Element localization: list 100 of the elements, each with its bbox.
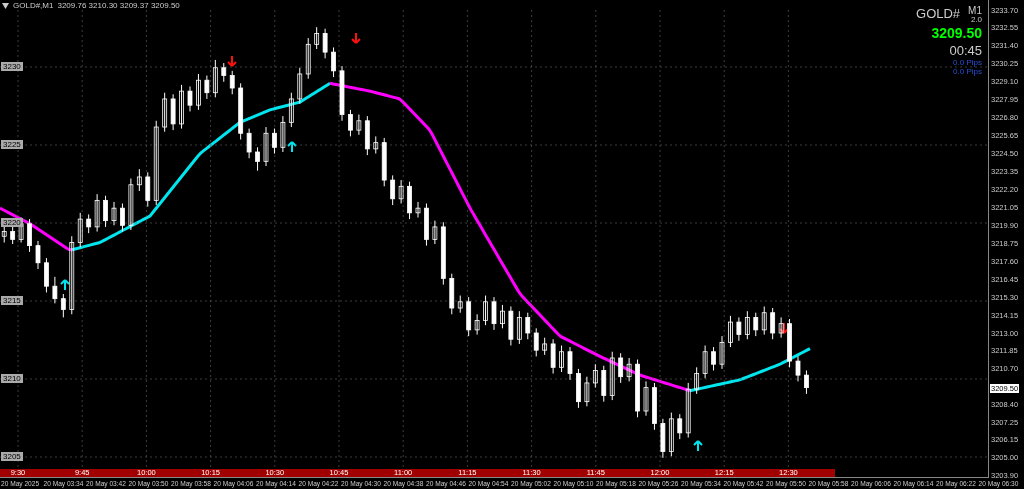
candle — [787, 318, 792, 368]
down-arrow-icon — [227, 55, 237, 67]
candle — [643, 380, 649, 417]
candle — [694, 366, 700, 395]
version-label: 2.0 — [970, 15, 982, 24]
candle — [221, 62, 227, 83]
candle — [449, 273, 455, 315]
candle — [179, 84, 184, 130]
candle — [711, 346, 716, 371]
candle — [255, 146, 260, 172]
candle — [525, 312, 531, 340]
candle — [440, 221, 446, 286]
candle — [770, 307, 776, 340]
current-price: 3209.50 — [931, 25, 982, 41]
candle — [609, 351, 615, 401]
candle — [685, 382, 691, 439]
pips-readout: 0.0 Pips — [953, 67, 982, 76]
candle — [356, 114, 362, 136]
candle — [280, 115, 286, 153]
candle — [128, 178, 134, 231]
candle — [238, 82, 244, 140]
candle — [500, 304, 505, 329]
candle — [516, 310, 522, 345]
candle — [584, 376, 590, 407]
candle — [187, 85, 193, 112]
price-level-label: 3205 — [1, 452, 23, 461]
symbol-label: GOLD#,M1 — [13, 1, 54, 10]
candle — [52, 276, 58, 304]
candle — [466, 296, 472, 337]
down-arrow-icon — [351, 32, 361, 44]
candle — [322, 28, 328, 59]
candle — [60, 293, 66, 318]
pips-readout: 0.0 Pips — [953, 58, 982, 67]
candle — [778, 316, 784, 339]
candle — [542, 337, 548, 356]
up-arrow-icon — [287, 141, 297, 153]
dropdown-triangle-icon[interactable] — [2, 2, 9, 9]
symbol-label: GOLD# — [916, 6, 961, 21]
candle — [35, 240, 41, 270]
candle — [44, 257, 49, 293]
price-level-label: 3220 — [1, 218, 23, 227]
candle — [744, 310, 750, 340]
candle — [331, 46, 336, 78]
ohlc-quote: 3209.76 3210.30 3209.37 3209.50 — [57, 1, 180, 10]
price-level-label: 3210 — [1, 374, 23, 383]
candle — [288, 92, 294, 128]
candle — [592, 363, 598, 389]
candle — [86, 213, 92, 234]
candle — [364, 115, 370, 156]
candle — [753, 312, 759, 337]
candle — [381, 137, 387, 187]
candle — [491, 296, 497, 331]
candle — [652, 382, 657, 431]
candle — [736, 316, 742, 342]
candle — [263, 126, 269, 167]
candle — [196, 73, 201, 111]
candle — [533, 327, 539, 357]
candle — [567, 346, 573, 381]
candle — [136, 168, 142, 192]
candle — [728, 315, 733, 348]
candle — [94, 193, 100, 233]
candle — [103, 195, 108, 228]
candle — [626, 357, 632, 382]
candle — [390, 174, 396, 206]
candle — [576, 368, 581, 409]
candle — [457, 295, 463, 314]
candle — [432, 220, 438, 245]
candle — [246, 128, 252, 159]
candle — [1, 224, 7, 243]
candle — [550, 338, 556, 375]
candle — [339, 65, 345, 122]
candle — [618, 352, 624, 384]
candle — [145, 171, 151, 208]
up-arrow-icon — [60, 279, 70, 291]
candle — [474, 313, 480, 336]
candle — [314, 26, 320, 50]
candle — [795, 355, 801, 382]
candle — [601, 365, 607, 403]
candle — [162, 92, 168, 133]
candle — [10, 226, 16, 245]
candle — [27, 218, 32, 253]
candle — [373, 135, 379, 155]
candle — [229, 70, 235, 95]
candle — [305, 37, 311, 80]
candle — [508, 306, 514, 346]
candle — [111, 201, 117, 226]
candle — [120, 203, 125, 233]
candle — [483, 295, 488, 326]
price-level-label: 3230 — [1, 62, 23, 71]
candle — [660, 418, 666, 459]
candle — [635, 359, 640, 418]
candle — [424, 203, 429, 247]
candle — [415, 201, 421, 219]
price-level-label: 3225 — [1, 140, 23, 149]
candle — [398, 179, 404, 204]
candle — [804, 369, 809, 395]
candle — [668, 412, 674, 457]
candle — [761, 306, 767, 336]
candle — [719, 335, 725, 370]
candle — [297, 67, 303, 105]
